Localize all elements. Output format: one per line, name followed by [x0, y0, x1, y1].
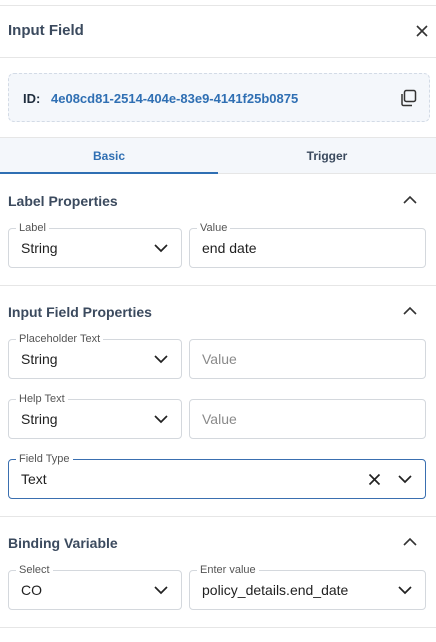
id-value: 4e08cd81-2514-404e-83e9-4141f25b0875 — [51, 91, 299, 106]
label-value-text: end date — [202, 240, 257, 256]
label-type-legend: Label — [16, 221, 49, 235]
chevron-down-icon — [154, 415, 168, 424]
panel-title: Input Field — [8, 22, 84, 39]
placeholder-type-legend: Placeholder Text — [16, 332, 104, 346]
field-type-legend: Field Type — [16, 452, 73, 466]
label-value-legend: Value — [197, 221, 231, 235]
input-field-properties-title: Input Field Properties — [8, 304, 152, 320]
id-label: ID: — [23, 91, 41, 106]
binding-value-select[interactable]: Enter value policy_details.end_date — [189, 563, 426, 610]
tab-trigger[interactable]: Trigger — [218, 138, 436, 174]
help-text-value-input[interactable]: Value — [189, 399, 426, 439]
chevron-up-icon[interactable] — [403, 195, 417, 204]
tab-basic[interactable]: Basic — [0, 138, 218, 174]
section-divider — [0, 627, 436, 628]
chevron-down-icon — [154, 355, 168, 364]
chevron-down-icon — [154, 586, 168, 595]
section-divider — [0, 516, 436, 517]
chevron-down-icon — [398, 586, 412, 595]
label-type-select[interactable]: Label String — [8, 221, 182, 268]
chevron-down-icon[interactable] — [398, 475, 412, 484]
tab-bar: Basic Trigger — [0, 137, 436, 174]
close-icon[interactable] — [415, 24, 429, 38]
help-text-legend: Help Text — [16, 392, 68, 406]
copy-icon[interactable] — [399, 89, 417, 107]
binding-select-value: CO — [21, 582, 42, 598]
label-type-value: String — [21, 240, 58, 256]
id-box: ID: 4e08cd81-2514-404e-83e9-4141f25b0875 — [8, 73, 430, 122]
placeholder-type-select[interactable]: Placeholder Text String — [8, 332, 182, 379]
placeholder-type-value: String — [21, 351, 58, 367]
binding-value-legend: Enter value — [197, 563, 259, 577]
chevron-down-icon — [154, 244, 168, 253]
field-type-select[interactable]: Field Type Text — [8, 452, 426, 499]
label-properties-title: Label Properties — [8, 193, 118, 209]
clear-icon[interactable] — [368, 473, 381, 486]
help-text-type-select[interactable]: Help Text String — [8, 392, 182, 439]
panel-header: Input Field — [0, 6, 436, 58]
help-text-value-placeholder: Value — [202, 411, 237, 427]
field-type-value: Text — [21, 471, 47, 487]
chevron-up-icon[interactable] — [403, 537, 417, 546]
placeholder-value-placeholder: Value — [202, 351, 237, 367]
section-divider — [0, 285, 436, 286]
binding-variable-title: Binding Variable — [8, 535, 118, 551]
binding-select[interactable]: Select CO — [8, 563, 182, 610]
chevron-up-icon[interactable] — [403, 306, 417, 315]
label-value-input[interactable]: Value end date — [189, 221, 426, 268]
binding-value-text: policy_details.end_date — [202, 582, 349, 598]
binding-select-legend: Select — [16, 563, 53, 577]
help-text-type-value: String — [21, 411, 58, 427]
placeholder-value-input[interactable]: Value — [189, 339, 426, 379]
